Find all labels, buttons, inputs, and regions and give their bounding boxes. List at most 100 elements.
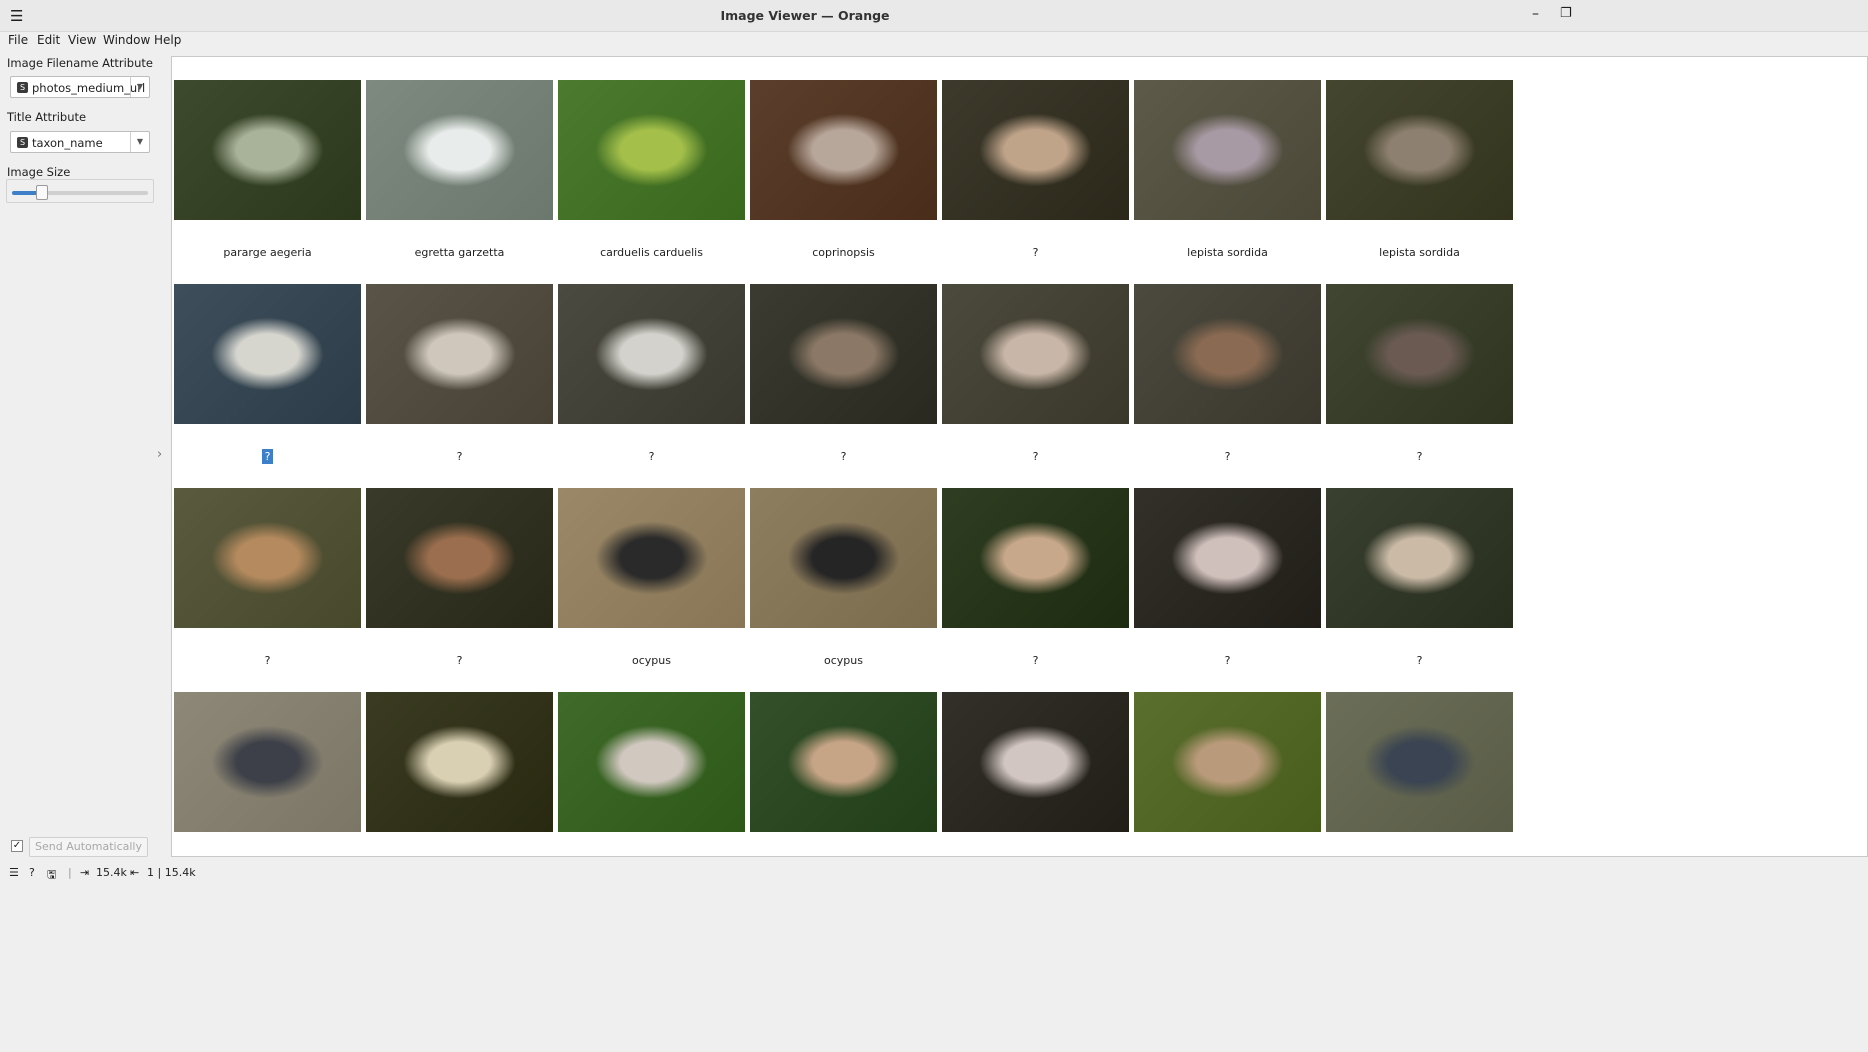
- image-thumbnail[interactable]: [1326, 488, 1513, 628]
- image-item[interactable]: ?: [1134, 488, 1321, 678]
- image-thumbnail[interactable]: [558, 80, 745, 220]
- filename-attribute-value: photos_medium_url: [32, 81, 146, 95]
- image-item[interactable]: ocypus: [558, 488, 745, 678]
- image-thumbnail[interactable]: [942, 488, 1129, 628]
- image-thumbnail[interactable]: [942, 692, 1129, 832]
- image-caption: ?: [174, 449, 361, 464]
- image-thumbnail[interactable]: [942, 284, 1129, 424]
- collapse-panel-icon[interactable]: ›: [157, 447, 162, 462]
- image-item[interactable]: ?: [942, 284, 1129, 474]
- image-item[interactable]: [366, 692, 553, 856]
- chevron-down-icon[interactable]: ▼: [130, 77, 149, 97]
- image-caption: ?: [942, 450, 1129, 463]
- slider-handle[interactable]: [35, 185, 48, 200]
- image-item[interactable]: ?: [366, 488, 553, 678]
- image-item[interactable]: [1326, 692, 1513, 856]
- title-attribute-combo[interactable]: S taxon_name ▼: [10, 131, 150, 153]
- caption-text: ocypus: [824, 654, 863, 667]
- image-caption: ?: [366, 450, 553, 463]
- control-panel: Image Filename Attribute S photos_medium…: [0, 50, 170, 858]
- image-thumbnail[interactable]: [1134, 488, 1321, 628]
- image-item[interactable]: [558, 692, 745, 856]
- image-caption: ?: [1326, 450, 1513, 463]
- image-item[interactable]: [174, 692, 361, 856]
- image-thumbnail[interactable]: [366, 488, 553, 628]
- caption-text: ?: [1416, 654, 1423, 667]
- image-item[interactable]: lepista sordida: [1134, 80, 1321, 270]
- image-item[interactable]: ?: [1326, 488, 1513, 678]
- image-item[interactable]: carduelis carduelis: [558, 80, 745, 270]
- image-item[interactable]: egretta garzetta: [366, 80, 553, 270]
- menu-bar: File Edit View Window Help: [0, 32, 1868, 50]
- image-item[interactable]: lepista sordida: [1326, 80, 1513, 270]
- image-thumbnail[interactable]: [366, 284, 553, 424]
- menu-file[interactable]: File: [8, 33, 28, 47]
- caption-text: ocypus: [632, 654, 671, 667]
- image-thumbnail[interactable]: [558, 284, 745, 424]
- string-type-icon: S: [17, 137, 28, 148]
- image-item[interactable]: ?: [366, 284, 553, 474]
- image-thumbnail[interactable]: [942, 80, 1129, 220]
- image-size-box: [6, 179, 154, 203]
- image-item[interactable]: ?: [942, 488, 1129, 678]
- image-item[interactable]: [1134, 692, 1321, 856]
- image-caption: ocypus: [558, 654, 745, 667]
- image-item[interactable]: ?: [174, 284, 361, 474]
- image-thumbnail[interactable]: [366, 692, 553, 832]
- image-caption: egretta garzetta: [366, 246, 553, 259]
- menu-window[interactable]: Window: [103, 33, 150, 47]
- image-thumbnail[interactable]: [1134, 80, 1321, 220]
- send-automatically-checkbox[interactable]: ✓: [11, 840, 23, 852]
- image-thumbnail[interactable]: [750, 488, 937, 628]
- image-thumbnail[interactable]: [1326, 692, 1513, 832]
- image-item[interactable]: ?: [1326, 284, 1513, 474]
- image-thumbnail[interactable]: [750, 80, 937, 220]
- minimize-icon[interactable]: –: [1532, 6, 1539, 22]
- caption-text: ?: [456, 450, 463, 463]
- chevron-down-icon[interactable]: ▼: [130, 132, 149, 152]
- caption-text: ?: [1224, 450, 1231, 463]
- image-thumbnail[interactable]: [558, 488, 745, 628]
- menu-icon[interactable]: ☰: [9, 866, 19, 879]
- image-item[interactable]: [750, 692, 937, 856]
- send-automatically-button[interactable]: Send Automatically: [29, 837, 148, 857]
- image-caption: ?: [174, 654, 361, 667]
- caption-text: lepista sordida: [1187, 246, 1268, 259]
- menu-help[interactable]: Help: [154, 33, 181, 47]
- image-thumbnail[interactable]: [1134, 284, 1321, 424]
- image-thumbnail[interactable]: [174, 80, 361, 220]
- image-item[interactable]: ?: [558, 284, 745, 474]
- menu-edit[interactable]: Edit: [37, 33, 60, 47]
- image-item[interactable]: ?: [942, 80, 1129, 270]
- image-item[interactable]: pararge aegeria: [174, 80, 361, 270]
- save-icon[interactable]: 🖫: [47, 866, 56, 885]
- image-size-slider[interactable]: [12, 185, 148, 200]
- image-item[interactable]: coprinopsis: [750, 80, 937, 270]
- image-thumbnail[interactable]: [366, 80, 553, 220]
- image-thumbnail[interactable]: [174, 692, 361, 832]
- status-divider: |: [68, 866, 72, 879]
- image-thumbnail[interactable]: [174, 488, 361, 628]
- image-thumbnail[interactable]: [558, 692, 745, 832]
- image-item[interactable]: ?: [174, 488, 361, 678]
- image-item[interactable]: ocypus: [750, 488, 937, 678]
- help-icon[interactable]: ?: [29, 866, 35, 879]
- image-item[interactable]: ?: [750, 284, 937, 474]
- image-caption: ?: [1134, 450, 1321, 463]
- image-caption: ?: [1326, 654, 1513, 667]
- image-thumbnail[interactable]: [174, 284, 361, 424]
- image-thumbnail[interactable]: [750, 284, 937, 424]
- caption-text: ?: [840, 450, 847, 463]
- image-thumbnail[interactable]: [750, 692, 937, 832]
- image-caption: ?: [750, 450, 937, 463]
- image-item[interactable]: [942, 692, 1129, 856]
- image-grid[interactable]: pararge aegeria egretta garzetta carduelis…: [171, 56, 1868, 857]
- input-icon: ⇥: [80, 866, 90, 879]
- image-thumbnail[interactable]: [1326, 80, 1513, 220]
- menu-view[interactable]: View: [68, 33, 96, 47]
- image-thumbnail[interactable]: [1326, 284, 1513, 424]
- maximize-icon[interactable]: ❐: [1560, 6, 1572, 21]
- filename-attribute-combo[interactable]: S photos_medium_url ▼: [10, 76, 150, 98]
- image-thumbnail[interactable]: [1134, 692, 1321, 832]
- image-item[interactable]: ?: [1134, 284, 1321, 474]
